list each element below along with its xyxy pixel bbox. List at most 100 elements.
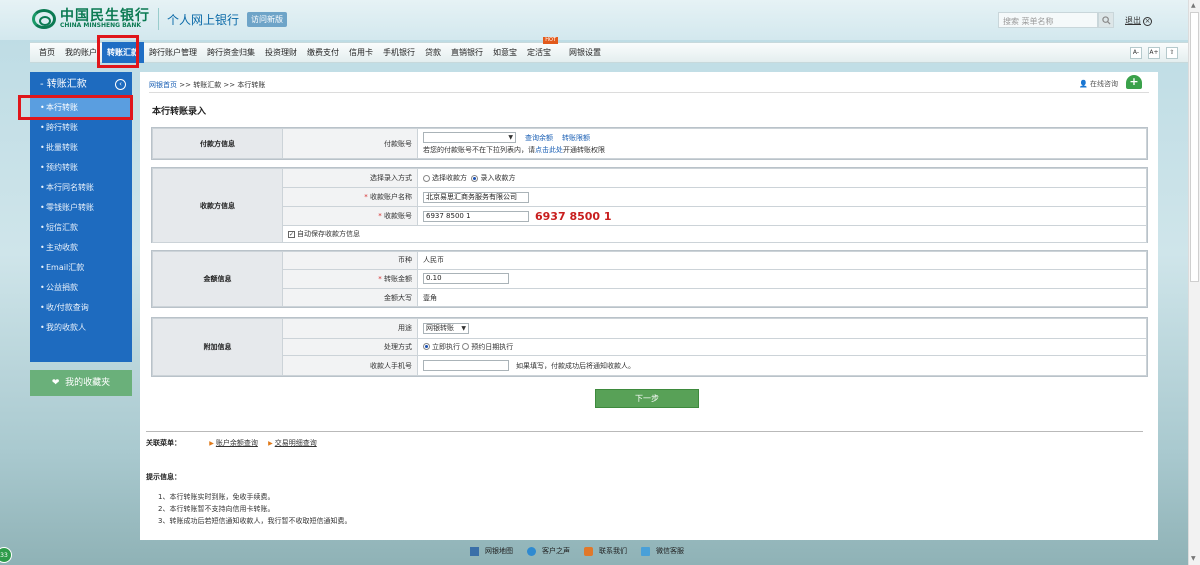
chevron-down-icon: ▼: [461, 324, 466, 332]
sidebar-item-donation[interactable]: • 公益捐款: [30, 278, 132, 298]
online-consult-link[interactable]: 👤 在线咨询: [1079, 79, 1118, 89]
sidebar-item-batch[interactable]: • 批量转账: [30, 138, 132, 158]
payer-note-after: 开通转账权限: [563, 146, 605, 154]
autosave-checkbox[interactable]: ✓: [288, 230, 295, 238]
sidebar-item-email[interactable]: • Email汇款: [30, 258, 132, 278]
currency-label: 币种: [282, 251, 418, 270]
feedback-icon: [527, 546, 536, 556]
currency-value: 人民币: [417, 251, 1147, 270]
nav-item-direct-bank[interactable]: 直销银行: [446, 42, 488, 63]
payer-section: 付款方信息 付款账号 ▼ 查询余额 转账限额 若您的付款账号不在下拉列表内，请点击此…: [151, 127, 1148, 160]
sidebar-item-same-name[interactable]: • 本行同名转账: [30, 178, 132, 198]
nav-item-my-account[interactable]: 我的账户: [60, 42, 102, 63]
menu-search-input[interactable]: 搜索 菜单名称: [998, 12, 1098, 28]
search-button[interactable]: [1098, 12, 1114, 28]
scrollbar-thumb[interactable]: [1190, 12, 1199, 282]
payer-account-label: 付款账号: [282, 128, 418, 159]
footer-contact-label: 联系我们: [599, 547, 627, 555]
amount-section-head: 金额信息: [152, 251, 283, 307]
breadcrumb-rest: >> 转账汇款 >> 本行转账: [179, 81, 266, 89]
payee-account-input[interactable]: 6937 8500 1: [423, 210, 529, 222]
amount-label: 转账金额: [384, 274, 412, 283]
sidebar-item-label: 批量转账: [46, 143, 78, 152]
related-title: 关联菜单：: [146, 439, 181, 447]
related-menu: 关联菜单： ▶ 账户余额查询 ▶ 交易明细查询: [146, 438, 317, 448]
phone-input[interactable]: [423, 360, 509, 372]
font-larger-icon[interactable]: A+: [1148, 47, 1160, 59]
nav-item-investment[interactable]: 投资理财: [260, 42, 302, 63]
tip-item: 3、转账成功后若短信通知收款人，我行暂不收取短信通知费。: [158, 517, 352, 525]
nav-item-interbank-account[interactable]: 跨行账户管理: [144, 42, 202, 63]
open-permission-link[interactable]: 点击此处: [535, 146, 563, 154]
arrow-right-icon: ▶: [209, 440, 214, 447]
scroll-down-icon[interactable]: ▼: [1191, 555, 1196, 562]
sidebar-item-label: 主动收款: [46, 243, 78, 252]
footer-feedback-label: 客户之声: [542, 547, 570, 555]
sidebar-item-change-account[interactable]: • 零钱账户转账: [30, 198, 132, 218]
site-name: 个人网上银行: [167, 12, 240, 27]
collapse-up-icon[interactable]: ⇧: [1166, 47, 1178, 59]
amount-input[interactable]: 0.10: [423, 273, 509, 285]
payee-account-label: 收款账号: [384, 212, 412, 220]
visit-new-version-button[interactable]: 访问新版: [247, 11, 288, 27]
vertical-scrollbar[interactable]: ▲ ▼: [1188, 0, 1200, 565]
sidebar-item-payees[interactable]: • 我的收款人: [30, 318, 132, 338]
nav-item-mobile-bank[interactable]: 手机银行: [378, 42, 420, 63]
heart-icon: ❤: [51, 378, 60, 388]
mode-now-label: 立即执行: [432, 342, 460, 351]
payee-name-input[interactable]: 北京易思汇商务服务有限公司: [423, 191, 529, 203]
payee-account-cell: 6937 8500 1 6937 8500 1: [417, 206, 1147, 226]
scroll-up-icon[interactable]: ▲: [1191, 2, 1196, 9]
radio-execute-scheduled[interactable]: [462, 343, 470, 351]
favorites-button[interactable]: ❤ 我的收藏夹: [30, 370, 132, 396]
payee-account-label-cell: * 收款账号: [282, 206, 418, 226]
nav-item-payment[interactable]: 缴费支付: [302, 42, 344, 63]
sidebar-item-label: Email汇款: [46, 263, 85, 272]
purpose-cell: 网银转账 ▼: [417, 318, 1147, 339]
radio-execute-now[interactable]: [423, 343, 430, 351]
nav-item-ruyibao[interactable]: 如意宝: [488, 42, 522, 63]
radio-select-payee[interactable]: [423, 174, 430, 182]
logout-label: 退出: [1125, 16, 1141, 25]
sidebar-item-label: 本行同名转账: [46, 183, 94, 192]
nav-item-credit-card[interactable]: 信用卡: [344, 42, 378, 63]
sidebar-item-scheduled[interactable]: • 预约转账: [30, 158, 132, 178]
corner-badge[interactable]: 33: [0, 547, 12, 563]
related-link-transactions[interactable]: 交易明细查询: [275, 439, 317, 447]
purpose-select[interactable]: 网银转账 ▼: [423, 322, 469, 334]
footer-sitemap-link[interactable]: 网银地图: [470, 546, 513, 556]
amount-label-cell: * 转账金额: [282, 268, 418, 290]
check-balance-link[interactable]: 查询余额: [525, 134, 553, 142]
nav-item-settings[interactable]: 网银设置: [564, 42, 606, 63]
extra-section: 附加信息 用途 网银转账 ▼ 处理方式 立即执行 预约日期执行 收款人手机号 如果…: [151, 317, 1148, 377]
purpose-value: 网银转账: [426, 323, 454, 332]
nav-item-fund-collection[interactable]: 跨行资金归集: [202, 42, 260, 63]
footer-wechat-link[interactable]: 微信客服: [641, 546, 684, 556]
sidebar-item-query[interactable]: • 收/付款查询: [30, 298, 132, 318]
bank-logo[interactable]: 中国民生银行 CHINA MINSHENG BANK 个人网上银行 访问新版: [32, 8, 288, 30]
transfer-limit-link[interactable]: 转账限额: [562, 134, 590, 142]
payee-section: 收款方信息 选择录入方式 选择收款方 录入收款方 * 收款账户名称 北京易思汇商…: [151, 167, 1148, 243]
sidebar-item-interbank[interactable]: • 跨行转账: [30, 118, 132, 138]
footer-feedback-link[interactable]: 客户之声: [527, 546, 570, 556]
font-smaller-icon[interactable]: A-: [1130, 47, 1142, 59]
breadcrumb: 网银首页 >> 转账汇款 >> 本行转账: [149, 80, 265, 90]
radio-enter-payee[interactable]: [471, 174, 479, 182]
sidebar-title: 转账汇款: [46, 79, 87, 90]
related-link-balance[interactable]: 账户余额查询: [216, 439, 258, 447]
nav-item-loan[interactable]: 贷款: [420, 42, 446, 63]
footer-contact-link[interactable]: 联系我们: [584, 546, 627, 556]
logout-link[interactable]: 退出 ×: [1125, 15, 1152, 26]
breadcrumb-home-link[interactable]: 网银首页: [149, 81, 177, 89]
option-select-payee: 选择收款方: [432, 174, 467, 182]
sidebar-item-sms[interactable]: • 短信汇款: [30, 218, 132, 238]
health-plus-icon[interactable]: +: [1126, 75, 1142, 89]
nav-item-home[interactable]: 首页: [34, 42, 60, 63]
sidebar-item-collect[interactable]: • 主动收款: [30, 238, 132, 258]
payee-method-cell: 选择收款方 录入收款方: [417, 168, 1147, 188]
nav-item-dinghuobao[interactable]: 定活宝 HOT: [522, 37, 558, 63]
next-button[interactable]: 下一步: [595, 389, 699, 408]
payer-account-select[interactable]: ▼: [423, 132, 516, 143]
sidebar-collapse-icon[interactable]: ‹: [115, 79, 126, 90]
amount-section: 金额信息 币种 人民币 * 转账金额 0.10 金额大写 壹角: [151, 250, 1148, 308]
